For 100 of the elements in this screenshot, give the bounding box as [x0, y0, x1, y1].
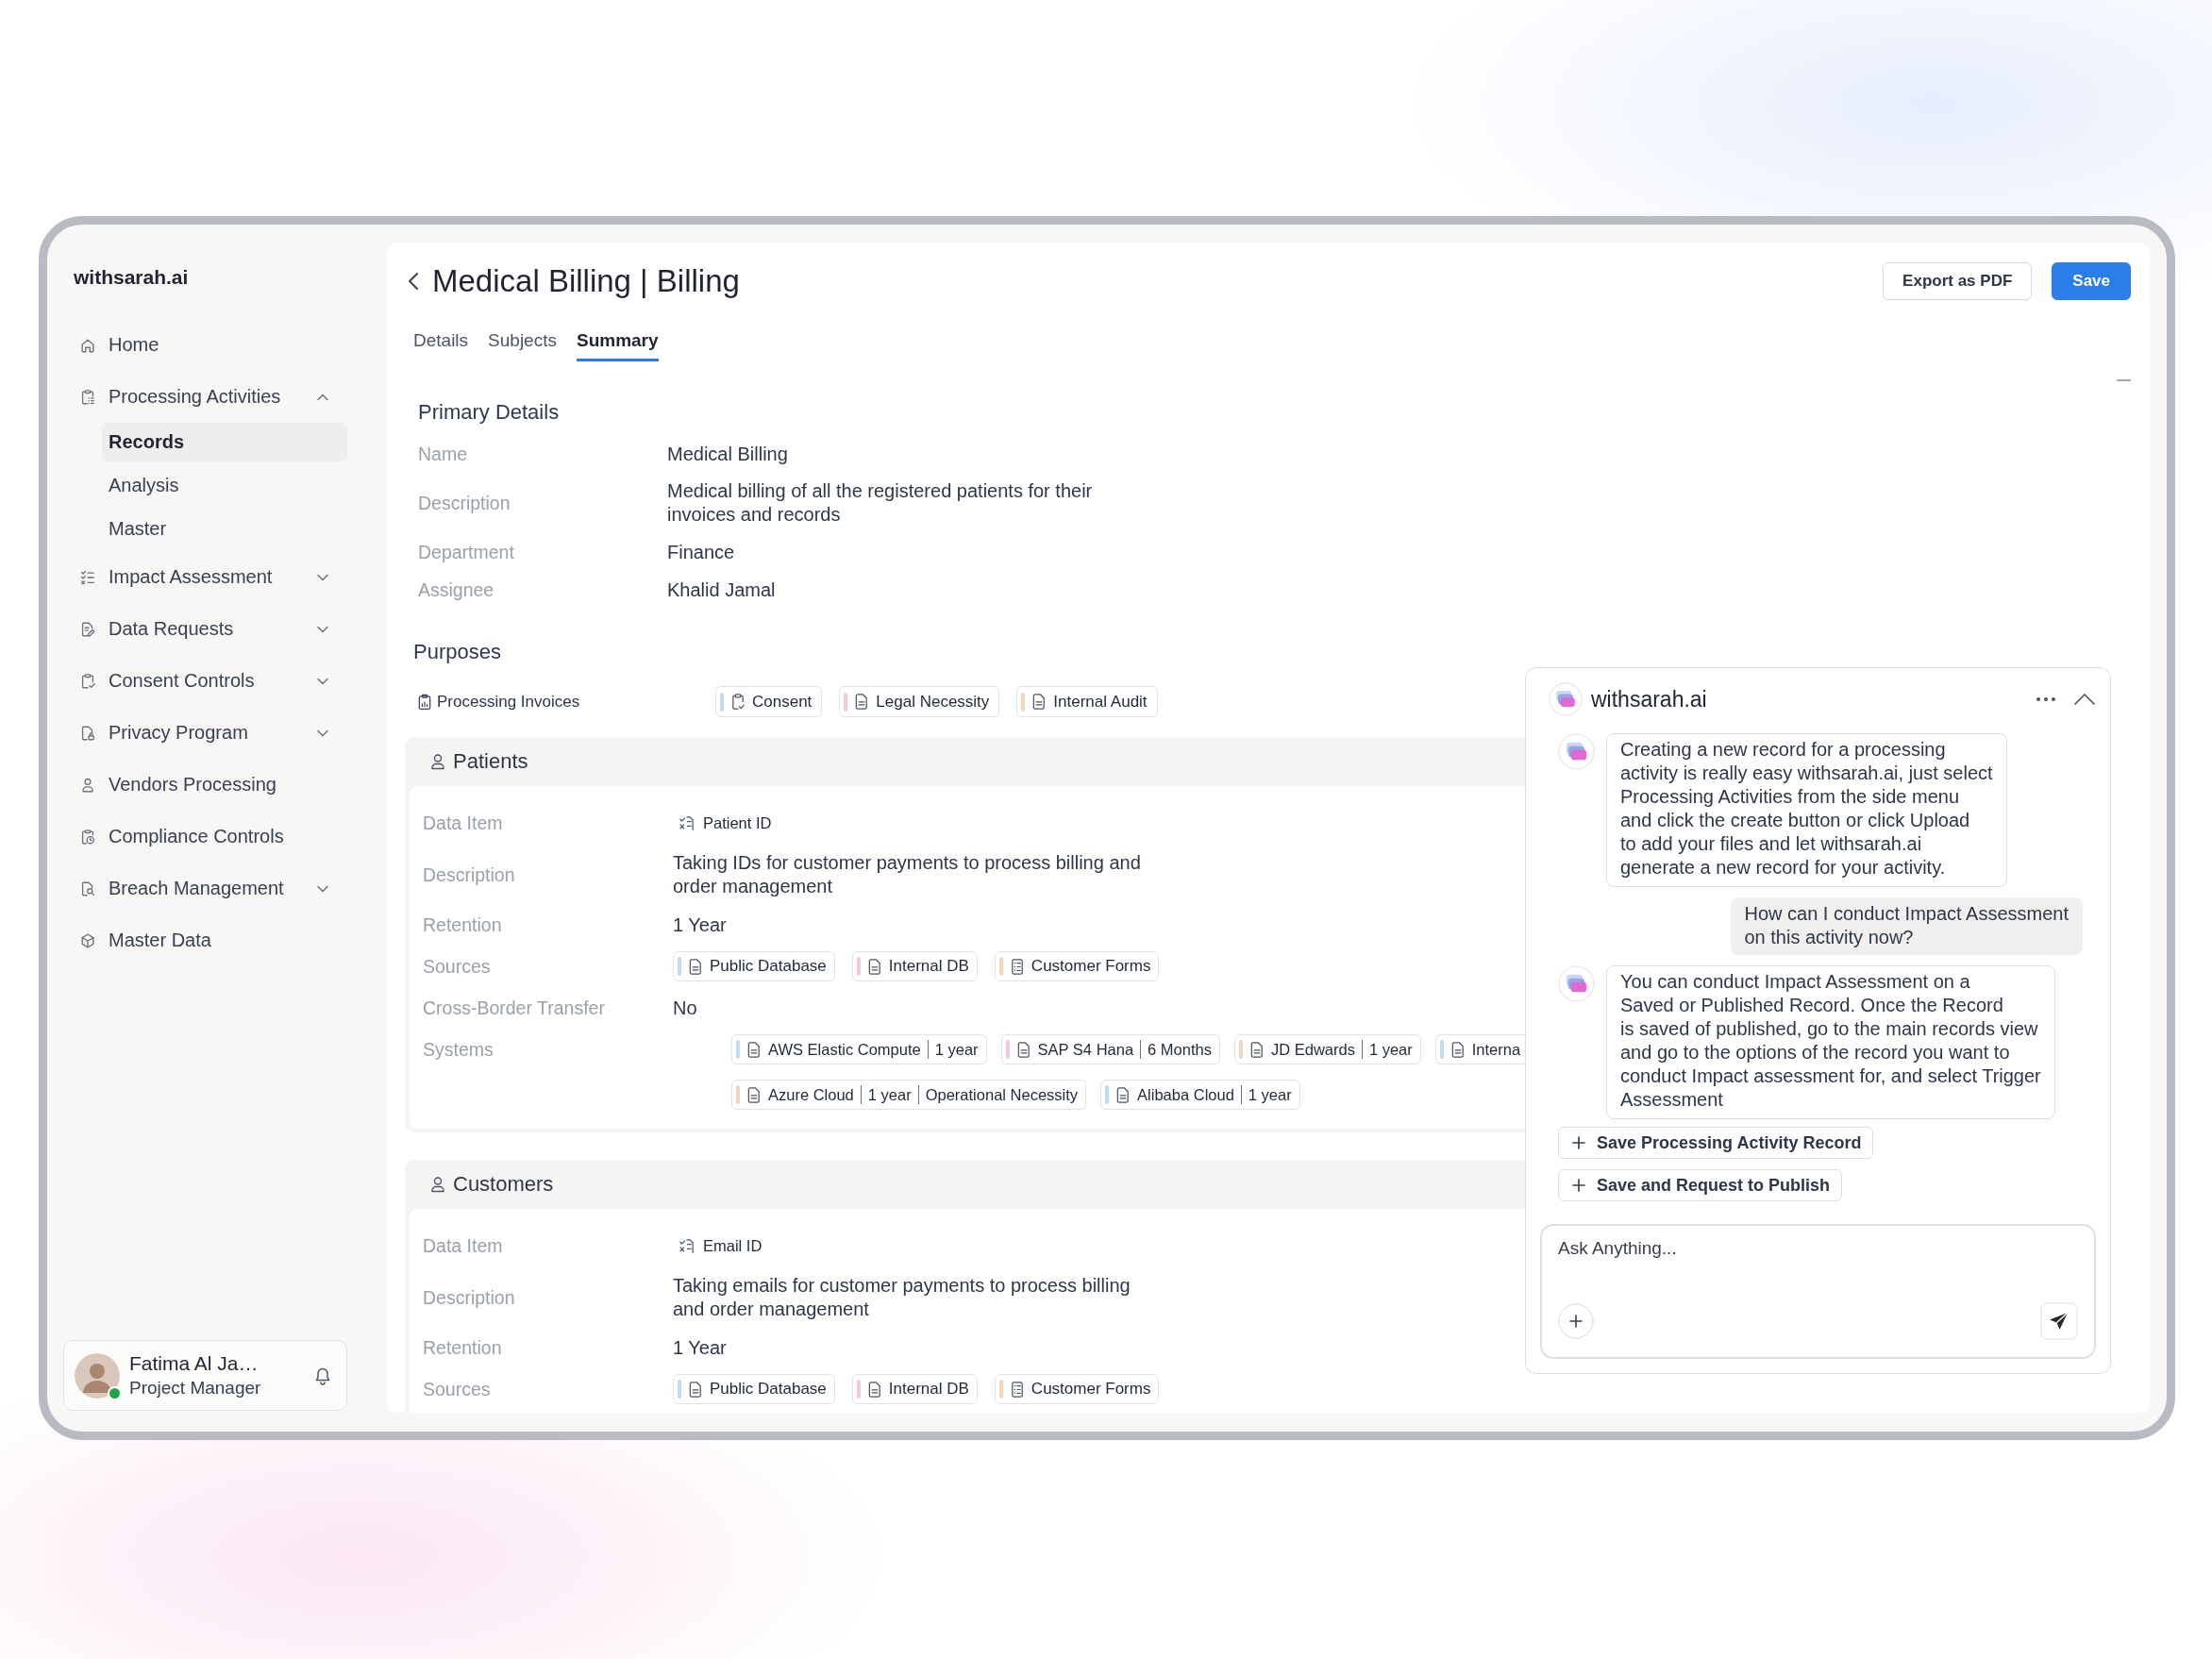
tag-label: 1 year [867, 1085, 912, 1104]
field-label: Assignee [418, 578, 495, 602]
field-value: 1 Year [673, 913, 728, 937]
suggestion-button[interactable]: Save and Request to Publish [1558, 1169, 1843, 1201]
field-value: Finance [667, 540, 736, 564]
document-icon [1116, 1086, 1131, 1103]
avatar-placeholder [75, 1352, 120, 1399]
nav-item[interactable]: Impact Assessment [63, 551, 347, 603]
clipboard-check-icon [79, 672, 96, 690]
field-label: Systems [423, 1038, 494, 1062]
clipboard-check-icon [731, 694, 745, 710]
user-role: Project Manager [129, 1376, 262, 1399]
assistant-message: Creating a new record for a processing activity is really easy withsarah.ai, just select Processing Activities from the side menu and click the create button or click Upload to add your files and let withsarah.ai generate a new record for your activity. [1606, 733, 2007, 887]
nav-item[interactable]: Breach Management [63, 863, 347, 914]
field-label: Sources [423, 1378, 492, 1401]
chevron-down-icon[interactable] [317, 573, 328, 581]
user-card[interactable]: Fatima Al Ja… Project Manager [63, 1340, 347, 1411]
more-icon[interactable] [2036, 696, 2056, 702]
clipboard-list-icon [79, 388, 96, 406]
nav-item[interactable]: Consent Controls [63, 655, 347, 707]
field-value: No [673, 996, 698, 1020]
checklist-icon [679, 814, 695, 831]
nav-item[interactable]: Master Data [63, 914, 347, 966]
field-value: Medical Billing [667, 442, 789, 466]
document-search-icon [79, 880, 96, 897]
field-label: Description [423, 863, 516, 887]
send-icon[interactable] [2040, 1302, 2078, 1340]
document-icon [1249, 1041, 1264, 1058]
chevron-down-icon[interactable] [317, 625, 328, 633]
field-label: Description [423, 1286, 516, 1310]
collapse-icon[interactable] [2073, 693, 2096, 706]
tab[interactable]: Subjects [488, 325, 557, 361]
nav-item[interactable]: Data Requests [63, 603, 347, 655]
plus-icon [1572, 1136, 1585, 1149]
tag-label: Internal Audit [1053, 692, 1148, 712]
document-icon [689, 958, 702, 975]
user-name: Fatima Al Ja… [129, 1351, 260, 1375]
tag-label: AWS Elastic Compute [768, 1040, 921, 1059]
nav-subitem[interactable]: Master [102, 510, 347, 548]
save-button[interactable]: Save [2052, 262, 2131, 300]
field-value: Medical billing of all the registered patients for their invoices and records [667, 479, 1094, 527]
tag-label: SAP S4 Hana [1037, 1040, 1134, 1059]
message-input[interactable]: Ask Anything... [1558, 1238, 2078, 1259]
nav-subitem[interactable]: Records [102, 423, 347, 461]
scrollbar-thumb[interactable] [2117, 379, 2131, 381]
document-lock-icon [79, 724, 96, 742]
tag-label: Customer Forms [1031, 1380, 1151, 1399]
person-icon [430, 1176, 445, 1193]
tag-label: Public Database [710, 1380, 827, 1399]
tag-label: 1 year [1368, 1040, 1413, 1059]
field-label: Name [418, 443, 469, 466]
tag-label: Operational Necessity [925, 1085, 1079, 1104]
nav-subitem[interactable]: Analysis [102, 466, 347, 505]
export-button[interactable]: Export as PDF [1883, 262, 2033, 300]
tag-label: Interna [1471, 1040, 1521, 1059]
logo-icon [1558, 965, 1595, 1002]
person-icon [430, 753, 445, 770]
field-label: Data Item [423, 1234, 504, 1258]
tag-label: Public Database [710, 957, 827, 976]
brand-name: withsarah.ai [74, 265, 190, 290]
tab[interactable]: Details [413, 325, 469, 361]
nav-item[interactable]: Home [63, 319, 347, 371]
field-value: Taking emails for customer payments to process billing and order management [673, 1274, 1131, 1321]
chevron-up-icon[interactable] [317, 393, 328, 401]
checklist-icon [79, 568, 96, 586]
clipboard-icon [418, 693, 431, 711]
document-icon [1032, 694, 1047, 710]
tag-label: Alibaba Cloud [1137, 1085, 1234, 1104]
tag-label: 1 year [934, 1040, 979, 1059]
field-label: Data Item [423, 812, 504, 835]
user-message: How can I conduct Impact Assessment on this activity now? [1730, 897, 2083, 955]
logo-icon [1558, 733, 1595, 770]
tag-label: JD Edwards [1270, 1040, 1355, 1059]
plus-icon[interactable] [1558, 1303, 1594, 1339]
purpose-name: Processing Invoices [437, 692, 580, 712]
nav-item[interactable]: Processing Activities [63, 371, 347, 423]
field-value: Email ID [703, 1236, 762, 1255]
card-title: Patients [453, 749, 528, 774]
tag-label: Internal DB [888, 1380, 969, 1399]
form-icon [1010, 958, 1024, 975]
field-value: 1 Year [673, 1335, 728, 1360]
assistant-name: withsarah.ai [1591, 686, 1707, 712]
suggestion-button[interactable]: Save Processing Activity Record [1558, 1127, 1874, 1159]
field-value: Taking IDs for customer payments to process billing and order management [673, 851, 1142, 898]
document-icon [867, 958, 881, 975]
field-label: Retention [423, 1336, 503, 1360]
tag-label: 1 year [1248, 1085, 1292, 1104]
document-icon [1016, 1041, 1031, 1058]
chevron-down-icon[interactable] [317, 729, 328, 737]
chevron-down-icon[interactable] [317, 884, 328, 893]
field-label: Description [418, 492, 511, 515]
nav-item[interactable]: Privacy Program [63, 707, 347, 759]
nav-item[interactable]: Vendors Processing [63, 759, 347, 811]
nav-item[interactable]: Compliance Controls [63, 811, 347, 863]
chevron-down-icon[interactable] [317, 677, 328, 685]
tab[interactable]: Summary [576, 325, 659, 361]
page-title: Medical Billing | Billing [432, 262, 740, 300]
document-icon [855, 694, 869, 710]
back-icon[interactable] [408, 272, 419, 291]
bell-icon[interactable] [314, 1366, 331, 1385]
